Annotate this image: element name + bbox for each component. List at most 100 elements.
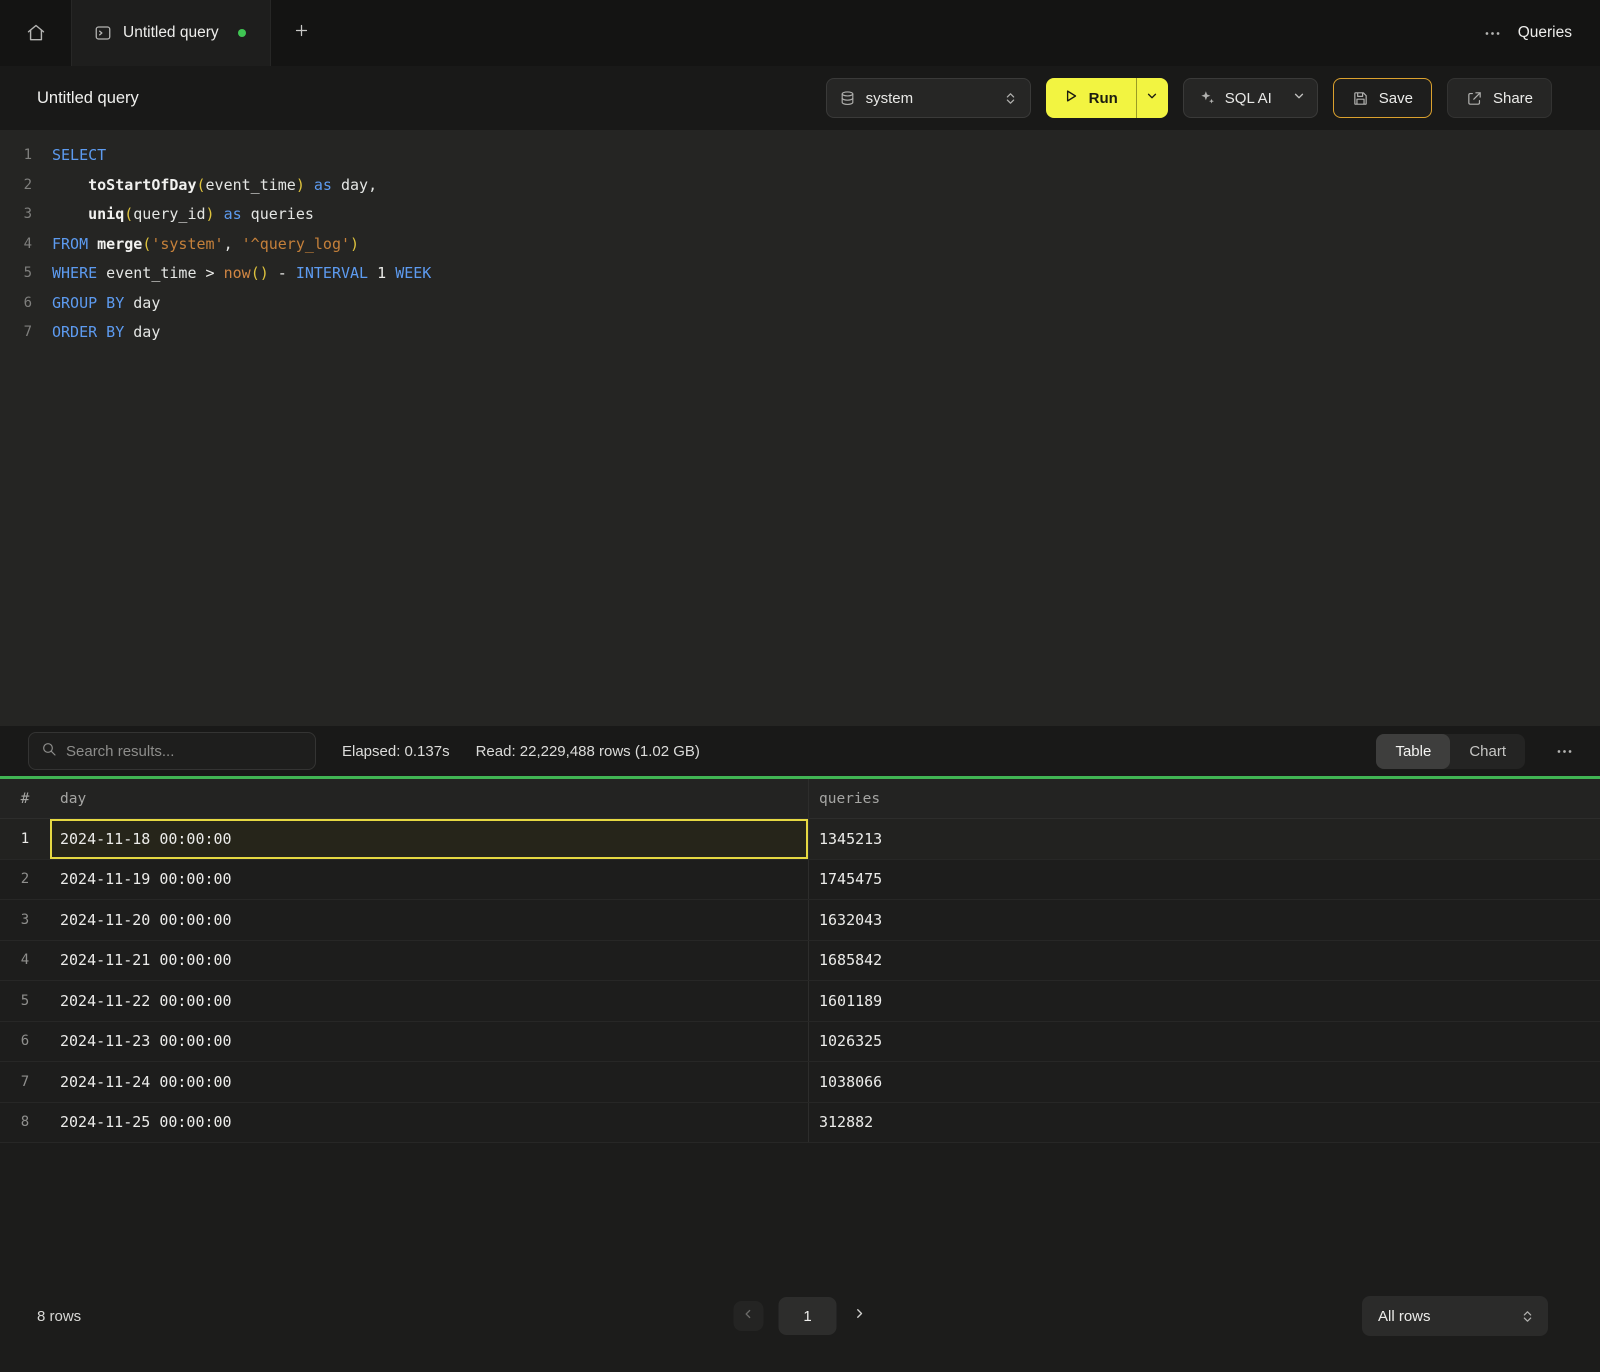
search-icon xyxy=(41,741,57,762)
current-page-button[interactable]: 1 xyxy=(779,1297,837,1335)
results-table: # day queries 12024-11-18 00:00:00134521… xyxy=(0,779,1600,1143)
view-toggle: Table Chart xyxy=(1376,734,1525,769)
table-header-row: # day queries xyxy=(0,779,1600,819)
database-selector[interactable]: system xyxy=(826,78,1031,118)
chevron-right-icon xyxy=(852,1306,867,1326)
cell-day[interactable]: 2024-11-22 00:00:00 xyxy=(50,981,808,1021)
updown-chevrons-icon xyxy=(1003,91,1018,106)
code-text: SELECT xyxy=(52,141,106,171)
cell-queries[interactable]: 1745475 xyxy=(808,860,1600,900)
cell-queries[interactable]: 1632043 xyxy=(808,900,1600,940)
code-text: FROM merge('system', '^query_log') xyxy=(52,230,359,260)
view-tab-chart[interactable]: Chart xyxy=(1450,734,1525,769)
code-line: 7ORDER BY day xyxy=(0,318,1600,348)
save-label: Save xyxy=(1379,90,1413,107)
cell-day[interactable]: 2024-11-25 00:00:00 xyxy=(50,1103,808,1143)
new-tab-button[interactable] xyxy=(271,0,333,66)
header-queries: queries xyxy=(808,779,1600,818)
share-button[interactable]: Share xyxy=(1447,78,1552,118)
home-icon xyxy=(26,23,46,43)
results-empty-area xyxy=(0,1143,1600,1284)
code-line: 5WHERE event_time > now() - INTERVAL 1 W… xyxy=(0,259,1600,289)
chevron-down-icon xyxy=(1145,89,1159,107)
overflow-menu-button[interactable] xyxy=(1483,24,1502,43)
rows-per-page-selector[interactable]: All rows xyxy=(1362,1296,1548,1336)
elapsed-stat: Elapsed: 0.137s xyxy=(342,743,450,760)
table-row[interactable]: 42024-11-21 00:00:001685842 xyxy=(0,941,1600,982)
play-icon xyxy=(1062,87,1080,109)
cell-day[interactable]: 2024-11-21 00:00:00 xyxy=(50,941,808,981)
sql-editor[interactable]: 1SELECT2 toStartOfDay(event_time) as day… xyxy=(0,130,1600,726)
rows-per-page-value: All rows xyxy=(1378,1308,1431,1325)
cell-day[interactable]: 2024-11-18 00:00:00 xyxy=(50,819,808,859)
line-number: 3 xyxy=(0,200,52,230)
tab-untitled-query[interactable]: Untitled query xyxy=(72,0,271,66)
code-line: 4FROM merge('system', '^query_log') xyxy=(0,230,1600,260)
line-number: 1 xyxy=(0,141,52,171)
code-line: 6GROUP BY day xyxy=(0,289,1600,319)
queries-link[interactable]: Queries xyxy=(1518,24,1572,42)
results-options-button[interactable] xyxy=(1551,738,1578,765)
code-line: 1SELECT xyxy=(0,141,1600,171)
view-tab-table[interactable]: Table xyxy=(1376,734,1450,769)
header-day: day xyxy=(50,779,808,818)
table-row[interactable]: 62024-11-23 00:00:001026325 xyxy=(0,1022,1600,1063)
code-lines: 1SELECT2 toStartOfDay(event_time) as day… xyxy=(0,141,1600,348)
code-line: 3 uniq(query_id) as queries xyxy=(0,200,1600,230)
save-button[interactable]: Save xyxy=(1333,78,1432,118)
row-number-cell: 5 xyxy=(0,981,50,1021)
sparkles-icon xyxy=(1198,89,1216,107)
query-toolbar: Untitled query system Run xyxy=(0,66,1600,130)
table-row[interactable]: 72024-11-24 00:00:001038066 xyxy=(0,1062,1600,1103)
results-toolbar: Elapsed: 0.137s Read: 22,229,488 rows (1… xyxy=(0,726,1600,776)
sql-ai-label: SQL AI xyxy=(1225,90,1272,107)
sql-ai-button[interactable]: SQL AI xyxy=(1183,78,1318,118)
cell-queries[interactable]: 1345213 xyxy=(808,819,1600,859)
code-text: WHERE event_time > now() - INTERVAL 1 WE… xyxy=(52,259,431,289)
code-line: 2 toStartOfDay(event_time) as day, xyxy=(0,171,1600,201)
line-number: 6 xyxy=(0,289,52,319)
table-row[interactable]: 22024-11-19 00:00:001745475 xyxy=(0,860,1600,901)
cell-day[interactable]: 2024-11-23 00:00:00 xyxy=(50,1022,808,1062)
table-row[interactable]: 82024-11-25 00:00:00312882 xyxy=(0,1103,1600,1144)
chevron-down-icon xyxy=(1292,89,1306,107)
pagination: 1 xyxy=(734,1297,867,1335)
run-button[interactable]: Run xyxy=(1046,78,1136,118)
row-count-label: 8 rows xyxy=(37,1308,81,1325)
cell-day[interactable]: 2024-11-24 00:00:00 xyxy=(50,1062,808,1102)
cell-queries[interactable]: 1026325 xyxy=(808,1022,1600,1062)
share-label: Share xyxy=(1493,90,1533,107)
previous-page-button[interactable] xyxy=(734,1301,764,1331)
table-body: 12024-11-18 00:00:00134521322024-11-19 0… xyxy=(0,819,1600,1143)
line-number: 2 xyxy=(0,171,52,201)
row-number-cell: 2 xyxy=(0,860,50,900)
home-button[interactable] xyxy=(0,0,72,66)
run-button-label: Run xyxy=(1089,90,1118,107)
next-page-button[interactable] xyxy=(852,1306,867,1326)
cell-day[interactable]: 2024-11-19 00:00:00 xyxy=(50,860,808,900)
run-button-group: Run xyxy=(1046,78,1168,118)
cell-queries[interactable]: 1601189 xyxy=(808,981,1600,1021)
search-results-box xyxy=(28,732,316,770)
cell-queries[interactable]: 1685842 xyxy=(808,941,1600,981)
table-row[interactable]: 32024-11-20 00:00:001632043 xyxy=(0,900,1600,941)
cell-queries[interactable]: 312882 xyxy=(808,1103,1600,1143)
table-row[interactable]: 52024-11-22 00:00:001601189 xyxy=(0,981,1600,1022)
database-selector-value: system xyxy=(866,90,914,107)
toolbar-actions: system Run xyxy=(826,78,1552,118)
code-text: toStartOfDay(event_time) as day, xyxy=(52,171,377,201)
unsaved-indicator-dot xyxy=(238,29,246,37)
row-number-cell: 8 xyxy=(0,1103,50,1143)
tab-title: Untitled query xyxy=(123,24,219,42)
header-row-number: # xyxy=(0,791,50,807)
search-results-input[interactable] xyxy=(66,743,303,760)
code-text: GROUP BY day xyxy=(52,289,160,319)
cell-queries[interactable]: 1038066 xyxy=(808,1062,1600,1102)
cell-day[interactable]: 2024-11-20 00:00:00 xyxy=(50,900,808,940)
row-number-cell: 7 xyxy=(0,1062,50,1102)
run-options-dropdown[interactable] xyxy=(1136,78,1168,118)
table-row[interactable]: 12024-11-18 00:00:001345213 xyxy=(0,819,1600,860)
sql-ai-dropdown[interactable] xyxy=(1281,79,1317,117)
sql-console-app: Untitled query Queries Untitled query sy… xyxy=(0,0,1600,1372)
code-text: uniq(query_id) as queries xyxy=(52,200,314,230)
